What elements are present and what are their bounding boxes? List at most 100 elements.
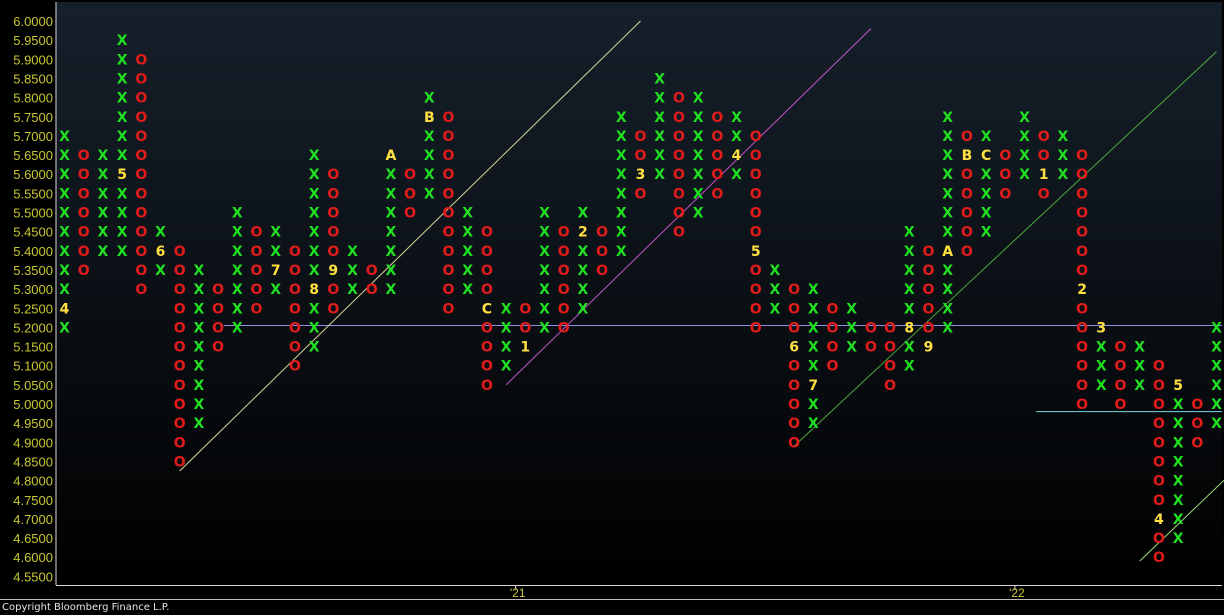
- o-box: O: [212, 301, 224, 317]
- y-tick-label: 5.7000: [13, 129, 53, 144]
- x-box: X: [117, 91, 128, 107]
- x-box: X: [1019, 148, 1030, 164]
- x-box: X: [731, 110, 742, 126]
- x-box: X: [1211, 397, 1222, 413]
- o-box: O: [1115, 378, 1127, 394]
- month-marker: 4: [732, 148, 742, 164]
- o-box: O: [711, 148, 723, 164]
- o-box: O: [1076, 397, 1088, 413]
- x-box: X: [117, 110, 128, 126]
- x-column: XXX: [770, 263, 781, 317]
- o-box: O: [827, 301, 839, 317]
- o-box: O: [1153, 454, 1165, 470]
- x-box: X: [59, 225, 70, 241]
- x-box: X: [1173, 454, 1184, 470]
- o-box: O: [788, 378, 800, 394]
- o-box: O: [1153, 397, 1165, 413]
- o-box: O: [135, 110, 147, 126]
- month-marker: 2: [1077, 282, 1087, 298]
- o-box: O: [673, 148, 685, 164]
- x-box: X: [942, 301, 953, 317]
- x-column: XXXXXXX: [539, 206, 550, 337]
- o-box: O: [174, 416, 186, 432]
- x-box: X: [232, 244, 243, 260]
- x-box: X: [654, 148, 665, 164]
- x-box: X: [904, 244, 915, 260]
- point-and-figure-chart: 6.0000 5.9500 5.9000 5.8500 5.8000 5.7500 5.70…: [0, 0, 1224, 615]
- o-box: O: [1076, 378, 1088, 394]
- month-marker: A: [942, 244, 953, 260]
- o-box: O: [673, 225, 685, 241]
- o-box: O: [923, 282, 935, 298]
- o-column: OOOOOBO: [961, 129, 973, 260]
- o-box: O: [251, 301, 263, 317]
- o-box: O: [1153, 359, 1165, 375]
- o-box: O: [558, 263, 570, 279]
- o-box: O: [1076, 244, 1088, 260]
- x-box: X: [1134, 359, 1145, 375]
- month-marker: 6: [156, 244, 166, 260]
- x-box: X: [1211, 320, 1222, 336]
- o-box: O: [961, 244, 973, 260]
- o-box: O: [289, 320, 301, 336]
- x-box: X: [59, 129, 70, 145]
- x-box: X: [1211, 378, 1222, 394]
- x-box: X: [98, 244, 109, 260]
- o-box: O: [1038, 148, 1050, 164]
- x-box: X: [155, 225, 166, 241]
- o-box: O: [961, 129, 973, 145]
- o-box: O: [788, 301, 800, 317]
- x-box: X: [232, 206, 243, 222]
- o-box: O: [1115, 397, 1127, 413]
- x-box: X: [693, 110, 704, 126]
- y-tick-label: 4.7500: [13, 493, 53, 508]
- o-box: O: [327, 206, 339, 222]
- o-box: O: [1153, 531, 1165, 547]
- month-marker: 3: [636, 167, 646, 183]
- x-box: X: [808, 397, 819, 413]
- o-box: O: [961, 206, 973, 222]
- o-box: O: [366, 263, 378, 279]
- month-marker: B: [424, 110, 435, 126]
- x-box: X: [770, 282, 781, 298]
- x-box: X: [808, 301, 819, 317]
- x-tick-label: '22: [1009, 586, 1025, 600]
- x-box: X: [981, 129, 992, 145]
- o-box: O: [327, 244, 339, 260]
- month-marker: 1: [520, 340, 530, 356]
- x-box: X: [59, 206, 70, 222]
- x-box: X: [98, 186, 109, 202]
- month-marker: C: [482, 301, 492, 317]
- x-box: X: [194, 340, 205, 356]
- o-box: O: [174, 244, 186, 260]
- o-box: O: [135, 91, 147, 107]
- o-box: O: [327, 167, 339, 183]
- x-box: X: [386, 263, 397, 279]
- y-tick-label: 5.2500: [13, 301, 53, 316]
- y-tick-label: 5.9500: [13, 33, 53, 48]
- o-column: OOO: [999, 148, 1011, 202]
- o-box: O: [750, 263, 762, 279]
- o-box: O: [558, 244, 570, 260]
- x-column: XXX: [1058, 129, 1069, 183]
- o-box: O: [558, 301, 570, 317]
- month-marker: 7: [808, 378, 818, 394]
- o-box: O: [1038, 129, 1050, 145]
- y-tick-label: 4.8000: [13, 474, 53, 489]
- x-box: X: [501, 340, 512, 356]
- o-box: O: [1115, 359, 1127, 375]
- x-box: X: [232, 263, 243, 279]
- x-box: X: [539, 320, 550, 336]
- x-box: X: [1096, 340, 1107, 356]
- x-box: X: [270, 244, 281, 260]
- o-column: 1 OO: [519, 301, 531, 355]
- y-tick-label: 4.9500: [13, 416, 53, 431]
- y-tick-label: 5.9000: [13, 52, 53, 67]
- o-box: O: [78, 186, 90, 202]
- o-box: O: [251, 263, 263, 279]
- o-box: O: [558, 282, 570, 298]
- x-box: X: [1173, 416, 1184, 432]
- o-box: O: [1115, 340, 1127, 356]
- o-box: O: [788, 320, 800, 336]
- month-marker: 5: [117, 167, 127, 183]
